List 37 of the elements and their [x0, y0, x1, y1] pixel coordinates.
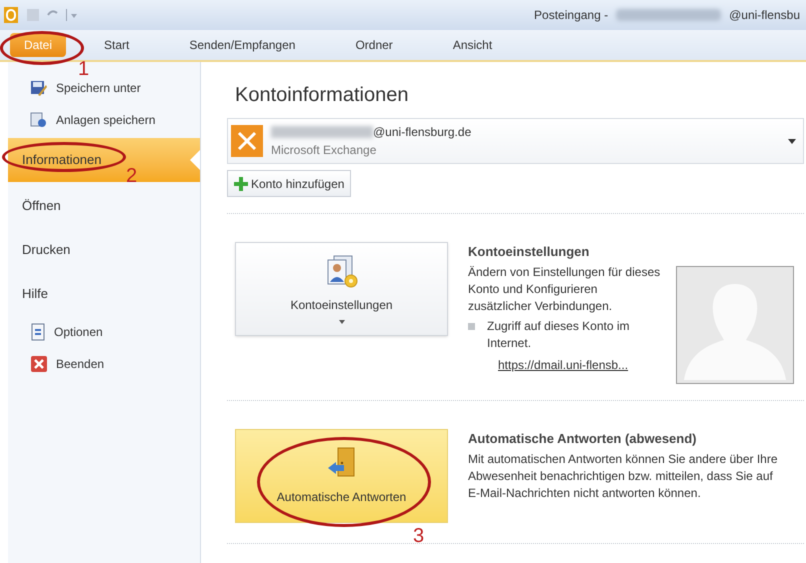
menu-command[interactable]: Anlagen speichern: [8, 104, 200, 136]
action-button[interactable]: Kontoeinstellungen: [235, 242, 448, 336]
outlook-app-icon: [4, 7, 18, 23]
account-type: Microsoft Exchange: [271, 142, 378, 159]
save-as-icon: [30, 79, 48, 97]
page-heading: Kontoinformationen: [235, 83, 410, 108]
menu-item[interactable]: Hilfe: [8, 272, 200, 316]
menu-command[interactable]: Beenden: [8, 348, 200, 380]
window-title: Posteingang -: [534, 7, 608, 24]
window-title: @uni-flensbu: [729, 7, 801, 24]
document-icon: [30, 323, 46, 341]
menu-item[interactable]: Öffnen: [8, 184, 200, 228]
ribbon-tab[interactable]: Ordner: [341, 33, 407, 57]
ribbon-tab[interactable]: Senden/Empfangen: [175, 33, 310, 57]
bullet-text: Zugriff auf dieses Konto im Internet.: [486, 318, 631, 352]
section-description: Ändern von Einstellungen für dieses Konto und Konfigurieren zusätzlicher Verbindungen.: [468, 264, 662, 314]
annotation-number: 3: [413, 526, 424, 546]
menu-command[interactable]: Optionen: [8, 316, 200, 348]
plus-icon: [234, 176, 248, 190]
attachment-icon: [30, 111, 48, 129]
exchange-icon: [231, 125, 263, 157]
close-icon: [30, 355, 48, 373]
caret-icon: [788, 138, 796, 144]
bullet-icon: [468, 322, 475, 330]
section-title: Kontoeinstellungen: [468, 243, 590, 261]
account-dropdown[interactable]: @uni-flensburg.de Microsoft Exchange: [227, 118, 804, 164]
ribbon-tab[interactable]: Ansicht: [438, 33, 506, 57]
annotation-number: 1: [78, 59, 90, 79]
account-email: @uni-flensburg.de: [373, 124, 472, 141]
section-title: Automatische Antworten (abwesend): [468, 430, 698, 448]
section-description: Mit automatischen Antworten können Sie andere über Ihre Abwesenheit benachrichtigen bzw. mitteilen, dass Sie auf E-Mail-Nachrichten nicht antworten können.: [468, 450, 779, 502]
web-access-link[interactable]: https://dmail.uni-flensb...: [498, 356, 664, 374]
action-button[interactable]: Automatische Antworten: [235, 429, 448, 523]
ribbon-tab[interactable]: Start: [90, 33, 144, 57]
caret-icon: [338, 320, 344, 324]
menu-item[interactable]: Drucken: [8, 228, 200, 272]
add-account-button[interactable]: Konto hinzufügen: [227, 170, 352, 197]
